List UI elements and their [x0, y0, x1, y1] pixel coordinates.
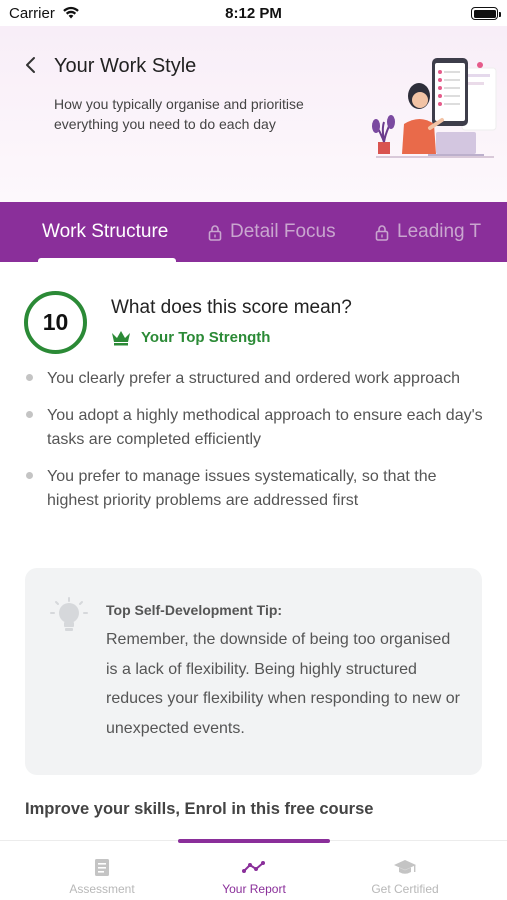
document-icon: [95, 858, 109, 876]
nav-get-certified[interactable]: Get Certified: [330, 841, 480, 900]
lightbulb-icon: [50, 597, 88, 631]
tab-label: Leading T: [397, 221, 482, 242]
score-explanation-list: You clearly prefer a structured and orde…: [24, 367, 484, 526]
score-value: 10: [42, 309, 69, 335]
active-tab-indicator: [38, 258, 176, 262]
page-title: Your Work Style: [54, 55, 197, 77]
nav-your-report[interactable]: Your Report: [179, 841, 329, 900]
tab-leading[interactable]: Leading T: [375, 202, 481, 262]
list-item: You prefer to manage issues systematical…: [24, 465, 484, 514]
crown-icon: [112, 330, 130, 345]
clock: 8:12 PM: [225, 5, 282, 22]
tab-label: Work Structure: [42, 221, 169, 242]
list-item: You adopt a highly methodical approach t…: [24, 404, 484, 453]
score-badge: 10: [24, 291, 87, 354]
top-strength-badge: Your Top Strength: [111, 329, 270, 346]
tip-body: Remember, the downside of being too orga…: [106, 631, 460, 737]
course-prompt: Improve your skills, Enrol in this free …: [25, 800, 374, 818]
chevron-left-icon: [26, 57, 35, 73]
work-illustration: [372, 58, 497, 158]
lock-icon: [208, 224, 222, 241]
tip-card: Top Self-Development Tip: Remember, the …: [25, 568, 482, 775]
back-button[interactable]: [18, 53, 42, 77]
battery-icon: [471, 7, 501, 20]
tab-detail-focus[interactable]: Detail Focus: [208, 202, 336, 262]
nav-assessment[interactable]: Assessment: [27, 841, 177, 900]
tab-label: Detail Focus: [230, 221, 336, 242]
page-header: Your Work Style How you typically organi…: [0, 26, 507, 202]
tab-work-structure[interactable]: Work Structure: [42, 202, 168, 262]
section-tabs: Work Structure Detail Focus Leading T: [0, 202, 507, 262]
list-item: You clearly prefer a structured and orde…: [24, 367, 484, 392]
nav-label: Your Report: [222, 882, 286, 896]
bottom-nav: Assessment Your Report Get Certified: [0, 839, 507, 900]
chart-line-icon: [242, 861, 265, 873]
graduation-cap-icon: [394, 859, 416, 874]
strength-label: Your Top Strength: [141, 329, 271, 346]
score-question: What does this score mean?: [111, 297, 352, 318]
status-bar: Carrier 8:12 PM: [0, 0, 507, 26]
nav-label: Assessment: [69, 882, 135, 896]
page-subtitle: How you typically organise and prioritis…: [54, 96, 304, 132]
tip-title: Top Self-Development Tip:: [106, 602, 283, 618]
lock-icon: [375, 224, 389, 241]
nav-label: Get Certified: [371, 882, 439, 896]
